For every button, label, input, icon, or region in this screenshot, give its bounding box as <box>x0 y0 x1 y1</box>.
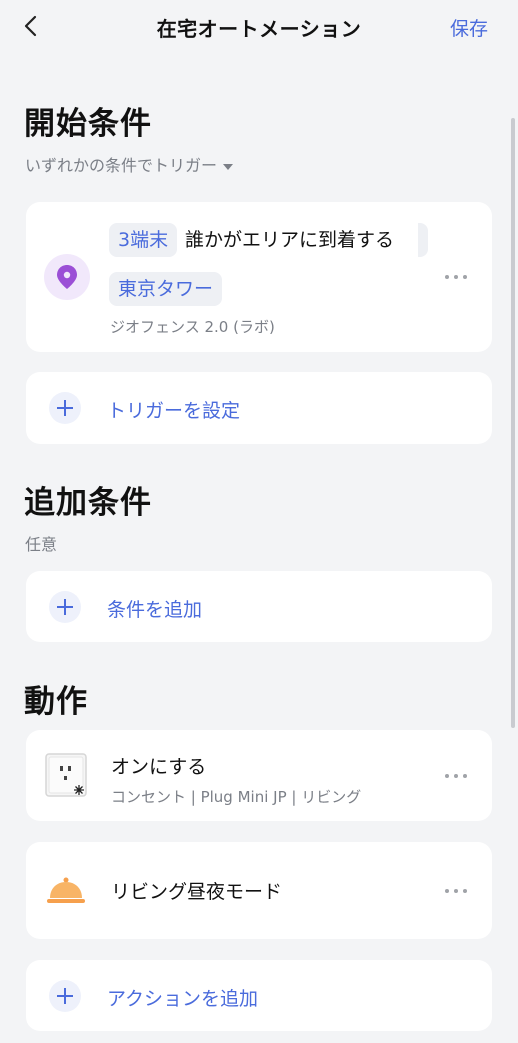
action-subtitle: コンセント | Plug Mini JP | リビング <box>111 788 362 806</box>
more-options-icon[interactable] <box>445 275 467 279</box>
trigger-mode-label: いずれかの条件でトリガー <box>25 156 218 175</box>
nav-bar: 在宅オートメーション 保存 <box>0 0 518 56</box>
trigger-card[interactable]: 3端末 誰かがエリアに到着する 東京タワー ジオフェンス 2.0 (ラボ) <box>26 202 492 352</box>
chip-edge <box>418 223 428 257</box>
action-item[interactable]: リビング昼夜モード <box>26 842 492 939</box>
add-action-card[interactable]: アクションを追加 <box>26 960 492 1031</box>
more-options-icon[interactable] <box>445 888 467 893</box>
location-pin-icon <box>57 265 77 289</box>
page-title: 在宅オートメーション <box>156 17 362 41</box>
device-count-chip[interactable]: 3端末 <box>109 223 178 257</box>
smart-plug-icon <box>45 753 87 797</box>
scrollbar[interactable] <box>511 118 515 728</box>
plus-icon <box>49 392 81 424</box>
plus-icon <box>49 590 81 623</box>
optional-label: 任意 <box>25 535 58 554</box>
action-title: リビング昼夜モード <box>111 881 283 903</box>
scene-bell-icon <box>47 877 85 903</box>
more-options-icon[interactable] <box>445 773 467 778</box>
actions-heading: 動作 <box>24 684 88 720</box>
additional-conditions-heading: 追加条件 <box>24 485 152 521</box>
add-condition-label: 条件を追加 <box>107 598 203 621</box>
action-title: オンにする <box>111 756 207 778</box>
trigger-event-text: 誰かがエリアに到着する <box>185 229 395 251</box>
trigger-source-label: ジオフェンス 2.0 (ラボ) <box>110 318 275 336</box>
add-condition-card[interactable]: 条件を追加 <box>26 571 492 642</box>
add-trigger-card[interactable]: トリガーを設定 <box>26 372 492 444</box>
save-button[interactable]: 保存 <box>450 14 488 41</box>
add-trigger-label: トリガーを設定 <box>107 400 241 422</box>
location-pin-badge <box>44 254 90 300</box>
action-item[interactable]: オンにする コンセント | Plug Mini JP | リビング <box>26 730 492 821</box>
location-chip[interactable]: 東京タワー <box>109 272 223 306</box>
plus-icon <box>49 979 81 1012</box>
caret-down-icon <box>223 163 234 170</box>
trigger-mode-dropdown[interactable]: いずれかの条件でトリガー <box>25 152 234 176</box>
start-conditions-heading: 開始条件 <box>24 106 152 142</box>
add-action-label: アクションを追加 <box>107 987 259 1010</box>
